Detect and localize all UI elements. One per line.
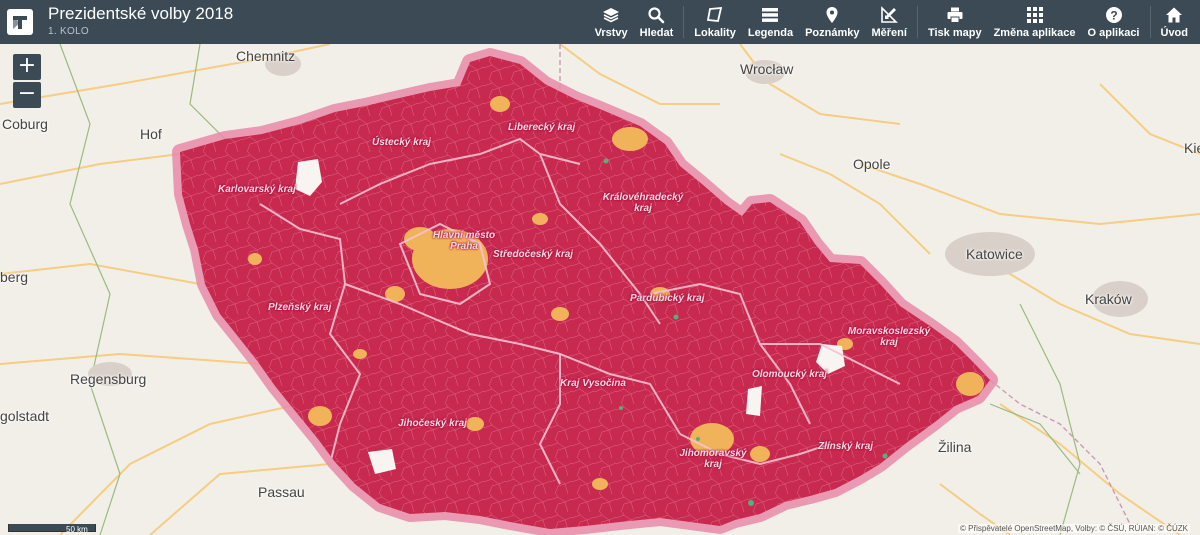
region-label: Hlavní město Praha — [432, 230, 496, 252]
polygon-icon — [706, 6, 723, 22]
about-button[interactable]: ? O aplikaci — [1082, 0, 1146, 44]
city-label: Kraków — [1085, 291, 1132, 307]
printer-icon — [947, 7, 963, 23]
change-app-button[interactable]: Změna aplikace — [988, 0, 1082, 44]
logo-icon — [7, 9, 33, 35]
list-icon — [762, 7, 779, 22]
region-label: Královéhradecký kraj — [602, 192, 684, 214]
region-label: Středočeský kraj — [493, 249, 574, 260]
city-label: Žilina — [938, 439, 972, 455]
region-label: Zlínský kraj — [818, 441, 874, 452]
app-subtitle: 1. KOLO — [48, 26, 90, 37]
attribution: © Přispěvatelé OpenStreetMap, Volby: © Č… — [958, 524, 1190, 533]
about-label: O aplikaci — [1087, 26, 1140, 39]
map-canvas[interactable]: Chemnitz Wrocław Coburg Hof Opole Katowi… — [0, 44, 1200, 535]
print-map-label: Tisk mapy — [927, 26, 982, 39]
scale-label: 50 km — [66, 525, 88, 534]
app-logo[interactable] — [0, 0, 40, 44]
city-label: Hof — [140, 126, 162, 142]
map-drawing — [0, 44, 1200, 535]
change-app-label: Změna aplikace — [993, 26, 1076, 39]
region-label: Liberecký kraj — [508, 122, 576, 133]
layers-button[interactable]: Vrstvy — [589, 0, 634, 44]
city-label: Katowice — [966, 246, 1023, 262]
toolbar: Vrstvy Hledat Lokality Legenda Poznámky — [589, 0, 1194, 44]
help-icon: ? — [1105, 6, 1122, 23]
layers-label: Vrstvy — [594, 26, 628, 39]
app-title: Prezidentské volby 2018 — [48, 4, 234, 23]
city-label: Wrocław — [740, 61, 794, 77]
region-label: Ústecký kraj — [372, 137, 431, 148]
city-label: Chemnitz — [236, 48, 296, 64]
toolbar-divider — [683, 6, 685, 38]
measure-label: Měření — [871, 26, 907, 39]
region-label: Kraj Vysočina — [560, 378, 626, 389]
notes-label: Poznámky — [805, 26, 860, 39]
localities-label: Lokality — [694, 26, 736, 39]
region-label: Plzeňský kraj — [268, 302, 332, 313]
home-label: Úvod — [1160, 26, 1189, 39]
zoom-control: + − — [13, 54, 41, 110]
city-label: Coburg — [2, 116, 48, 132]
city-label: golstadt — [0, 408, 50, 424]
print-map-button[interactable]: Tisk mapy — [922, 0, 988, 44]
title-block: Prezidentské volby 2018 1. KOLO — [40, 0, 233, 44]
city-label: Passau — [258, 484, 305, 500]
home-icon — [1166, 7, 1183, 22]
map-application: Prezidentské volby 2018 1. KOLO Vrstvy H… — [0, 0, 1200, 535]
zoom-out-button[interactable]: − — [13, 82, 41, 108]
svg-text:?: ? — [1110, 8, 1117, 22]
map-pin-icon — [826, 6, 838, 23]
toolbar-divider — [916, 6, 918, 38]
city-label: Regensburg — [70, 371, 147, 387]
app-header: Prezidentské volby 2018 1. KOLO Vrstvy H… — [0, 0, 1200, 44]
grid-icon — [1026, 6, 1043, 23]
notes-button[interactable]: Poznámky — [799, 0, 865, 44]
region-label: Jihočeský kraj — [398, 418, 467, 429]
city-label: Opole — [853, 156, 891, 172]
region-label: Pardubický kraj — [630, 293, 705, 304]
ruler-icon — [881, 5, 899, 23]
city-label: Kie — [1184, 140, 1200, 156]
toolbar-divider — [1149, 6, 1151, 38]
localities-button[interactable]: Lokality — [688, 0, 742, 44]
region-label: Olomoucký kraj — [752, 369, 828, 380]
layers-icon — [603, 7, 620, 22]
legend-button[interactable]: Legenda — [742, 0, 799, 44]
region-label: Karlovarský kraj — [218, 184, 296, 195]
city-label: berg — [0, 269, 29, 285]
legend-label: Legenda — [747, 26, 794, 39]
search-icon — [648, 6, 665, 23]
region-label: Jihomoravský kraj — [679, 448, 747, 470]
search-button[interactable]: Hledat — [634, 0, 680, 44]
measure-button[interactable]: Měření — [866, 0, 913, 44]
home-button[interactable]: Úvod — [1155, 0, 1195, 44]
region-label: Moravskoslezský kraj — [847, 326, 931, 348]
search-label: Hledat — [639, 26, 674, 39]
zoom-in-button[interactable]: + — [13, 54, 41, 80]
